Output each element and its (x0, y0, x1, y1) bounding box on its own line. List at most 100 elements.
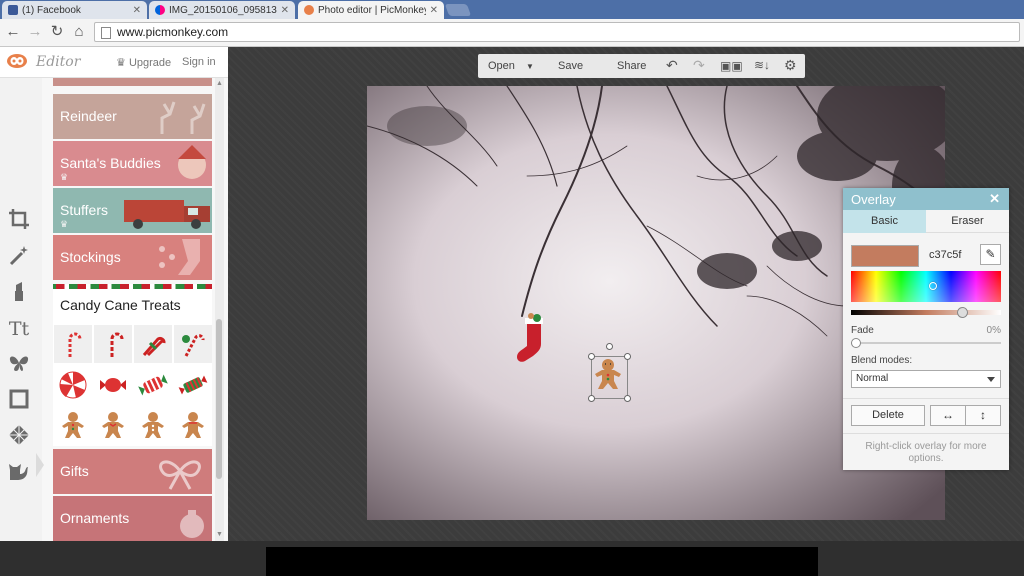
resize-handle[interactable] (588, 395, 595, 402)
cat-icon[interactable] (6, 460, 32, 486)
texture-icon[interactable] (6, 424, 32, 450)
gingerbread-thumbnail[interactable] (54, 406, 92, 444)
lipstick-icon[interactable] (6, 280, 32, 306)
upgrade-link[interactable]: ♛ Upgrade (116, 56, 171, 69)
page-icon (101, 27, 111, 39)
category-item-stockings[interactable]: Stockings (53, 235, 212, 280)
back-icon[interactable]: ← (4, 23, 22, 41)
browser-toolbar: ← → ↻ ⌂ www.picmonkey.com (0, 19, 1024, 47)
category-item-reindeer[interactable]: Reindeer (53, 94, 212, 139)
fade-slider-knob[interactable] (851, 338, 861, 348)
wrapped-candy-thumbnail[interactable] (134, 366, 172, 404)
brand-bar: Editor ♛ Upgrade Sign in (0, 47, 228, 78)
category-item-santas-buddies[interactable]: Santa's Buddies ♛ (53, 141, 212, 186)
new-tab-button[interactable] (444, 4, 472, 16)
fade-label: Fade (851, 325, 874, 336)
flip-horizontal-button[interactable]: ↔ (930, 405, 966, 426)
gingerbread-thumbnail[interactable] (94, 406, 132, 444)
close-icon[interactable]: ✕ (430, 5, 438, 16)
wrapped-candy-thumbnail[interactable] (94, 366, 132, 404)
tab-facebook[interactable]: (1) Facebook ✕ (2, 1, 147, 19)
settings-gear-icon[interactable]: ⚙ (784, 57, 797, 74)
shade-slider-track[interactable] (851, 310, 1001, 315)
eyedropper-icon[interactable]: ✎ (980, 244, 1001, 265)
blend-mode-select[interactable]: Normal (851, 370, 1001, 388)
firetruck-decoration-icon (124, 200, 210, 229)
reload-icon[interactable]: ↻ (48, 23, 66, 41)
home-icon[interactable]: ⌂ (70, 23, 88, 41)
blend-mode-value: Normal (856, 373, 889, 384)
candy-cane-thumbnail[interactable] (94, 325, 132, 363)
rotate-handle[interactable] (606, 343, 613, 350)
redo-icon[interactable]: ↷ (693, 57, 705, 74)
category-item-ornaments[interactable]: Ornaments (53, 496, 212, 541)
butterfly-icon[interactable] (6, 352, 32, 378)
close-icon[interactable]: ✕ (989, 191, 1000, 207)
undo-icon[interactable]: ↶ (666, 57, 678, 74)
gingerbread-thumbnail[interactable] (134, 406, 172, 444)
collapse-arrow-icon[interactable] (36, 453, 44, 477)
category-item-gifts[interactable]: Gifts (53, 449, 212, 494)
scroll-up-icon[interactable]: ▲ (216, 80, 223, 87)
scroll-down-icon[interactable]: ▼ (216, 531, 223, 538)
overlay-panel-header[interactable]: Overlay ✕ (843, 188, 1009, 210)
overlay-hint-text: Right-click overlay for more options. (865, 441, 987, 464)
fade-value: 0% (986, 325, 1001, 336)
candy-cane-thumbnail[interactable] (174, 325, 212, 363)
resize-handle[interactable] (624, 353, 631, 360)
sign-in-link[interactable]: Sign in (182, 56, 216, 68)
color-hex-value[interactable]: c37c5f (929, 249, 961, 261)
tab-flickr[interactable]: IMG_20150106_095813 | Fli ✕ (149, 1, 295, 19)
candy-cane-thumbnail[interactable] (54, 325, 92, 363)
santa-decoration-icon (178, 145, 206, 179)
candy-cane-thumbnail[interactable] (134, 325, 172, 363)
layers-icon[interactable]: ≋↓ (754, 58, 770, 72)
text-icon[interactable]: Tt (6, 316, 32, 342)
category-header-candy-cane-treats[interactable]: Candy Cane Treats (53, 284, 212, 324)
category-label: Stockings (60, 249, 121, 265)
shade-slider-knob[interactable] (957, 307, 968, 318)
delete-button[interactable]: Delete (851, 405, 925, 426)
color-spectrum-picker[interactable] (851, 271, 1001, 302)
chevron-down-icon (987, 377, 995, 382)
overlay-selection-box[interactable] (588, 343, 631, 402)
address-bar[interactable]: www.picmonkey.com (94, 22, 1020, 42)
picmonkey-logo-icon[interactable] (6, 53, 28, 69)
tab-eraser[interactable]: Eraser (926, 210, 1009, 233)
compare-icon[interactable]: ▣▣ (720, 59, 743, 73)
tab-picmonkey[interactable]: Photo editor | PicMonkey: ✕ (298, 1, 444, 19)
peppermint-thumbnail[interactable] (54, 366, 92, 404)
category-item-stuffers[interactable]: Stuffers ♛ (53, 188, 212, 233)
ad-placeholder (266, 547, 818, 576)
color-swatch[interactable] (851, 245, 919, 267)
save-button[interactable]: Save (558, 60, 583, 72)
resize-handle[interactable] (624, 395, 631, 402)
picmonkey-icon (304, 5, 314, 15)
flip-vertical-button[interactable]: ↕ (965, 405, 1001, 426)
fade-slider-track[interactable] (851, 342, 1001, 344)
close-icon[interactable]: ✕ (133, 5, 141, 16)
divider (843, 433, 1009, 434)
category-item-partial[interactable] (53, 78, 212, 86)
share-button[interactable]: Share (617, 60, 646, 72)
tab-label: (1) Facebook (22, 4, 81, 16)
wrapped-candy-thumbnail[interactable] (174, 366, 212, 404)
color-picker-marker[interactable] (929, 282, 937, 290)
gingerbread-thumbnail[interactable] (174, 406, 212, 444)
forward-icon[interactable]: → (26, 23, 44, 41)
category-label: Gifts (60, 463, 89, 479)
crop-icon[interactable] (6, 208, 32, 234)
tab-basic[interactable]: Basic (843, 210, 926, 233)
overlay-thumbnail-grid (53, 324, 212, 446)
close-icon[interactable]: ✕ (281, 5, 289, 16)
photo-toolbar: Open ▼ Save Share ↶ ↷ ▣▣ ≋↓ ⚙ (478, 54, 805, 78)
open-button[interactable]: Open ▼ (488, 60, 534, 72)
blend-modes-label: Blend modes: (851, 355, 913, 366)
upgrade-label: Upgrade (128, 57, 172, 69)
open-label: Open (488, 60, 515, 72)
magic-wand-icon[interactable] (6, 244, 32, 270)
category-scrollbar-thumb[interactable] (216, 319, 222, 479)
app-title: Editor (36, 54, 81, 70)
frame-icon[interactable] (6, 388, 32, 414)
resize-handle[interactable] (588, 353, 595, 360)
